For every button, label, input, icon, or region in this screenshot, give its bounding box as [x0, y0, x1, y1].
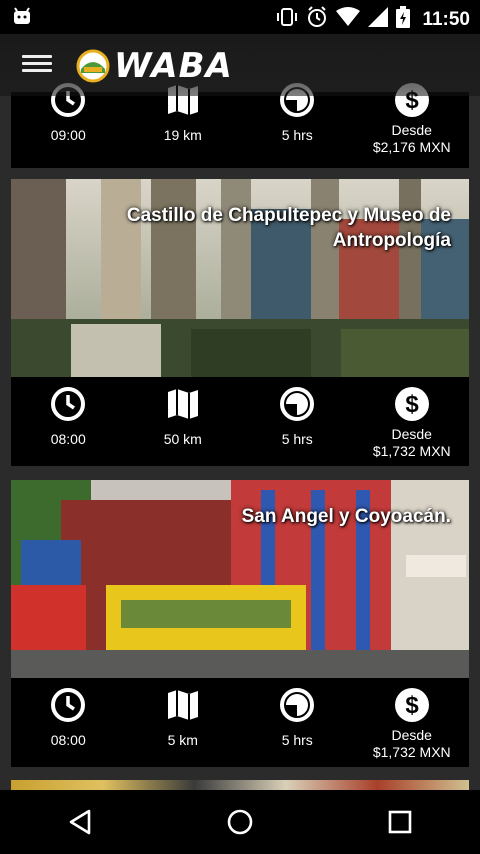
- wifi-icon: [336, 7, 361, 32]
- status-bar: 11:50: [0, 0, 480, 34]
- price-prefix: Desde: [391, 426, 432, 442]
- back-triangle-icon: [69, 809, 91, 835]
- home-button[interactable]: [210, 792, 270, 852]
- tour-title: San Angel y Coyoacán.: [241, 506, 451, 527]
- price-prefix: Desde: [391, 727, 432, 743]
- tour-time: 08:00: [50, 431, 86, 447]
- tour-time: 08:00: [50, 732, 86, 748]
- tour-duration: 5 hrs: [281, 431, 313, 447]
- logo-text: WABA: [114, 46, 233, 86]
- dollar-icon: $: [394, 387, 429, 421]
- vibrate-icon: [276, 7, 298, 32]
- tour-title: Castillo de Chapultepec y Museo de Antro…: [126, 205, 451, 251]
- alarm-icon: [306, 6, 328, 33]
- tour-info-row: 08:00 5 km 5 hrs $ Desde $1,732 MXN: [11, 678, 469, 767]
- tour-price: $2,176 MXN: [372, 139, 451, 155]
- status-time: 11:50: [422, 8, 470, 30]
- clock-icon: [51, 387, 86, 421]
- tour-photo[interactable]: San Angel y Coyoacán.: [11, 480, 469, 678]
- tour-distance: 5 km: [167, 732, 198, 748]
- hamburger-menu-icon[interactable]: [22, 51, 52, 79]
- tour-price: $1,732 MXN: [372, 744, 451, 760]
- timer-icon: [280, 688, 315, 722]
- tour-card[interactable]: [11, 780, 469, 790]
- waba-logo-icon: [76, 49, 110, 83]
- app-logo: WABA: [76, 46, 233, 86]
- timer-icon: [280, 387, 315, 421]
- home-circle-icon: [227, 809, 253, 835]
- svg-text:$: $: [405, 692, 419, 719]
- battery-icon: [396, 6, 411, 33]
- tour-card[interactable]: 09:00 19 km 5 hrs $ Desde $2,176 MXN: [11, 83, 469, 168]
- clock-icon: [51, 688, 86, 722]
- tour-duration: 5 hrs: [281, 127, 313, 143]
- tour-price: $1,732 MXN: [372, 443, 451, 459]
- tour-card[interactable]: San Angel y Coyoacán. 08:00 5 km 5 hrs $…: [11, 480, 469, 767]
- tour-photo[interactable]: Castillo de Chapultepec y Museo de Antro…: [11, 179, 469, 377]
- tour-card[interactable]: Castillo de Chapultepec y Museo de Antro…: [11, 179, 469, 466]
- tour-distance: 50 km: [163, 431, 202, 447]
- recents-button[interactable]: [370, 792, 430, 852]
- tour-time: 09:00: [50, 127, 86, 143]
- android-notification-icon: [12, 7, 32, 32]
- signal-icon: [368, 7, 389, 32]
- navigation-bar: [0, 790, 480, 854]
- tour-info-row: 08:00 50 km 5 hrs $ Desde $1,732 MXN: [11, 377, 469, 466]
- svg-text:$: $: [405, 391, 419, 418]
- tour-distance: 19 km: [163, 127, 202, 143]
- map-icon: [167, 690, 198, 720]
- app-bar: WABA: [0, 34, 480, 96]
- tour-info-row: 09:00 19 km 5 hrs $ Desde $2,176 MXN: [11, 83, 469, 168]
- recents-square-icon: [388, 810, 412, 834]
- back-button[interactable]: [50, 792, 110, 852]
- tour-duration: 5 hrs: [281, 732, 313, 748]
- map-icon: [167, 389, 198, 419]
- dollar-icon: $: [394, 688, 429, 722]
- price-prefix: Desde: [391, 122, 432, 138]
- tour-list[interactable]: 09:00 19 km 5 hrs $ Desde $2,176 MXN Cas…: [0, 34, 480, 790]
